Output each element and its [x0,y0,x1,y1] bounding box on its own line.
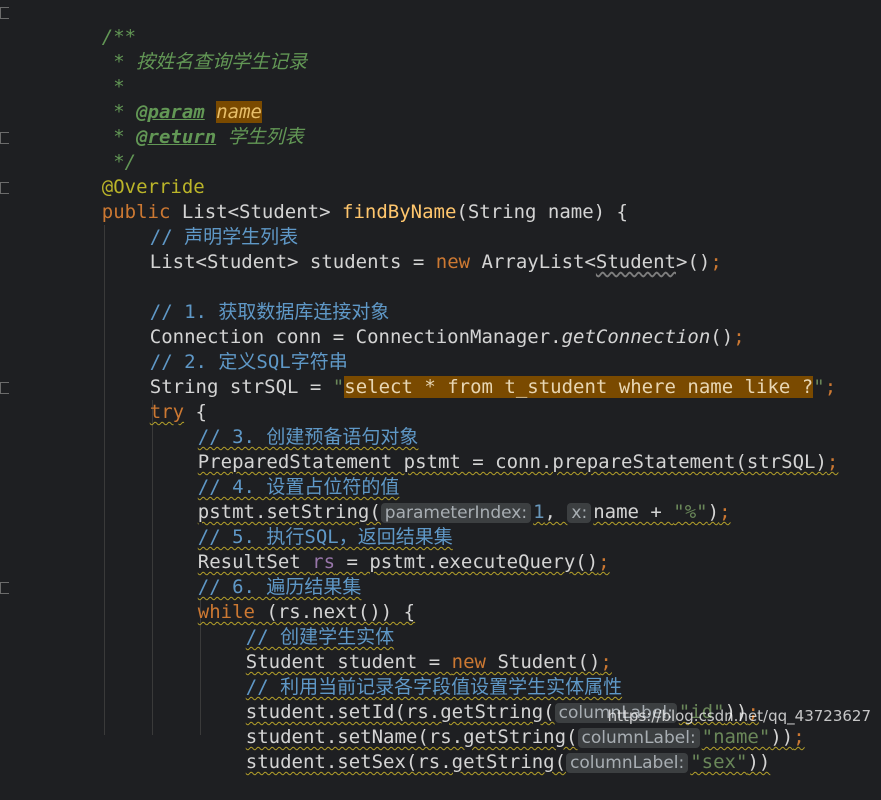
code-line[interactable]: // 6. 遍历结果集 [152,550,362,598]
code-line[interactable]: // 利用当前记录各字段值设置学生实体属性 [200,650,622,698]
code-line[interactable]: public List<Student> findByName(String n… [56,175,628,223]
code-line[interactable]: // 4. 设置占位符的值 [152,450,400,498]
code-line[interactable]: // 2. 定义SQL字符串 [104,325,348,373]
code-line[interactable]: ResultSet rs = pstmt.executeQuery(); [152,525,610,573]
code-line[interactable]: // 5. 执行SQL，返回结果集 [152,500,453,548]
code-line[interactable]: */ [56,125,136,173]
code-line[interactable]: try { [104,375,207,423]
method-name: findByName [342,201,457,223]
sql-string: select * from t_student where name like … [344,376,814,398]
code-line[interactable]: student.setId(rs.getString(columnLabel: "… [200,675,759,723]
code-line[interactable]: /** [56,0,136,48]
watermark: https://blog.csdn.net/qq_43723627 [607,707,871,725]
code-line[interactable]: * @param name [56,75,262,123]
code-line[interactable]: student.setSex(rs.getString(columnLabel:… [200,725,770,773]
code-line[interactable]: String strSQL = "select * from t_student… [104,350,836,398]
code-line[interactable]: * [56,50,124,98]
code-editor[interactable]: /** * 按姓名查询学生记录 * * @param name * @retur… [0,0,881,773]
parameter-hint: x: [567,503,592,523]
code-line[interactable]: @Override [56,150,205,198]
gutter [0,0,12,735]
code-line[interactable]: pstmt.setString(parameterIndex: 1, x: name… [152,475,731,523]
fold-icon[interactable] [0,132,9,144]
fold-icon[interactable] [0,582,9,594]
code-line[interactable]: // 创建学生实体 [200,600,394,648]
code-line[interactable]: // 声明学生列表 [104,200,298,248]
code-line[interactable]: List<Student> students = new ArrayList<S… [104,225,722,273]
code-line[interactable]: Student student = new Student(); [200,625,612,673]
code-line[interactable]: while (rs.next()) { [152,575,415,623]
fold-icon[interactable] [0,382,9,394]
parameter-hint: columnLabel: [566,753,689,773]
code-line[interactable]: PreparedStatement pstmt = conn.prepareSt… [152,425,839,473]
code-line[interactable]: // 1. 获取数据库连接对象 [104,275,390,323]
fold-icon[interactable] [0,182,9,194]
warning-strip [0,422,881,426]
code-line[interactable]: Connection conn = ConnectionManager.getC… [104,300,745,348]
doc-return-tag: @return [136,126,217,148]
code-line[interactable]: * @return 学生列表 [56,100,303,148]
code-line[interactable]: * 按姓名查询学生记录 [56,25,307,73]
doc-return-text: 学生列表 [227,126,304,148]
fold-icon[interactable] [0,7,9,19]
doc-comment-text: * 按姓名查询学生记录 [101,51,308,73]
